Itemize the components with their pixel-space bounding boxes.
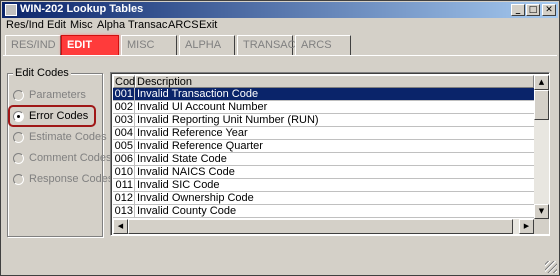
description-cell: Invalid County Code <box>135 205 534 218</box>
description-cell: Invalid Ownership Code <box>135 192 534 205</box>
menu-misc[interactable]: Misc <box>70 19 93 31</box>
menu-transac[interactable]: Transac <box>128 19 167 31</box>
table-row[interactable]: 004 Invalid Reference Year <box>113 127 534 140</box>
code-cell: 001 <box>113 88 135 101</box>
radio-label: Comment Codes <box>29 152 112 164</box>
radio-label: Estimate Codes <box>29 131 107 143</box>
radio-label: Parameters <box>29 89 86 101</box>
code-cell: 004 <box>113 127 135 140</box>
description-cell: Invalid NAICS Code <box>135 166 534 179</box>
tab-misc[interactable]: MISC <box>121 35 177 55</box>
tab-strip: RES/IND EDIT MISC ALPHA TRANSAC ARCS <box>3 35 557 55</box>
table-row[interactable]: 013 Invalid County Code <box>113 205 534 218</box>
close-button[interactable]: ✕ <box>542 4 556 16</box>
grid-header: Code Description <box>113 75 534 88</box>
tab-res-ind[interactable]: RES/IND <box>5 35 61 55</box>
app-window: WIN-202 Lookup Tables _ □ ✕ Res/Ind Edit… <box>0 0 560 276</box>
menu-bar: Res/Ind Edit Misc Alpha Transac ARCS Exi… <box>2 18 558 34</box>
table-row[interactable]: 001 Invalid Transaction Code <box>113 88 534 101</box>
tab-arcs[interactable]: ARCS <box>295 35 351 55</box>
table-row[interactable]: 006 Invalid State Code <box>113 153 534 166</box>
resize-grip-icon[interactable] <box>545 261 557 273</box>
tab-alpha[interactable]: ALPHA <box>179 35 235 55</box>
code-cell: 002 <box>113 101 135 114</box>
selection-highlight-box <box>8 105 96 127</box>
radio-label: Response Codes <box>29 173 114 185</box>
description-cell: Invalid Reporting Unit Number (RUN) <box>135 114 534 127</box>
menu-alpha[interactable]: Alpha <box>97 19 125 31</box>
description-cell: Invalid SIC Code <box>135 179 534 192</box>
scroll-right-icon[interactable]: ▶ <box>519 219 534 234</box>
app-icon <box>5 4 17 16</box>
grid-rows: 001 Invalid Transaction Code 002 Invalid UI… <box>113 88 534 219</box>
table-row[interactable]: 002 Invalid UI Account Number <box>113 101 534 114</box>
vertical-scrollbar[interactable]: ▲ ▼ <box>534 75 549 219</box>
table-row[interactable]: 005 Invalid Reference Quarter <box>113 140 534 153</box>
table-row[interactable]: 011 Invalid SIC Code <box>113 179 534 192</box>
scroll-down-icon[interactable]: ▼ <box>534 204 549 219</box>
minimize-button[interactable]: _ <box>511 4 525 16</box>
horizontal-scrollbar[interactable]: ◀ ▶ <box>113 219 534 234</box>
menu-edit[interactable]: Edit <box>47 19 66 31</box>
radio-button[interactable] <box>13 132 24 143</box>
tab-transac[interactable]: TRANSAC <box>237 35 296 55</box>
menu-exit[interactable]: Exit <box>199 19 217 31</box>
code-cell: 010 <box>113 166 135 179</box>
scroll-left-icon[interactable]: ◀ <box>113 219 128 234</box>
radio-button[interactable] <box>13 174 24 185</box>
description-cell: Invalid Transaction Code <box>135 88 534 101</box>
menu-arcs[interactable]: ARCS <box>168 19 199 31</box>
column-header-description[interactable]: Description <box>135 75 534 88</box>
edit-codes-label: Edit Codes <box>13 67 71 79</box>
table-row[interactable]: 010 Invalid NAICS Code <box>113 166 534 179</box>
code-cell: 012 <box>113 192 135 205</box>
description-cell: Invalid Reference Year <box>135 127 534 140</box>
radio-button[interactable] <box>13 90 24 101</box>
window-title: WIN-202 Lookup Tables <box>20 3 144 15</box>
scroll-up-icon[interactable]: ▲ <box>534 75 549 90</box>
scrollbar-corner <box>534 219 549 234</box>
code-cell: 011 <box>113 179 135 192</box>
column-header-code[interactable]: Code <box>113 75 141 88</box>
code-cell: 013 <box>113 205 135 218</box>
code-cell: 006 <box>113 153 135 166</box>
title-bar[interactable]: WIN-202 Lookup Tables _ □ ✕ <box>2 2 558 18</box>
vertical-scroll-thumb[interactable] <box>534 90 549 120</box>
radio-button[interactable] <box>13 153 24 164</box>
description-cell: Invalid Reference Quarter <box>135 140 534 153</box>
code-cell: 005 <box>113 140 135 153</box>
horizontal-scroll-thumb[interactable] <box>128 219 513 234</box>
table-row[interactable]: 012 Invalid Ownership Code <box>113 192 534 205</box>
maximize-button[interactable]: □ <box>526 4 540 16</box>
codes-grid[interactable]: Code Description 001 Invalid Transaction … <box>110 72 550 236</box>
description-cell: Invalid State Code <box>135 153 534 166</box>
menu-res-ind[interactable]: Res/Ind <box>6 19 44 31</box>
description-cell: Invalid UI Account Number <box>135 101 534 114</box>
code-cell: 003 <box>113 114 135 127</box>
table-row[interactable]: 003 Invalid Reporting Unit Number (RUN) <box>113 114 534 127</box>
tab-edit[interactable]: EDIT <box>61 35 119 55</box>
